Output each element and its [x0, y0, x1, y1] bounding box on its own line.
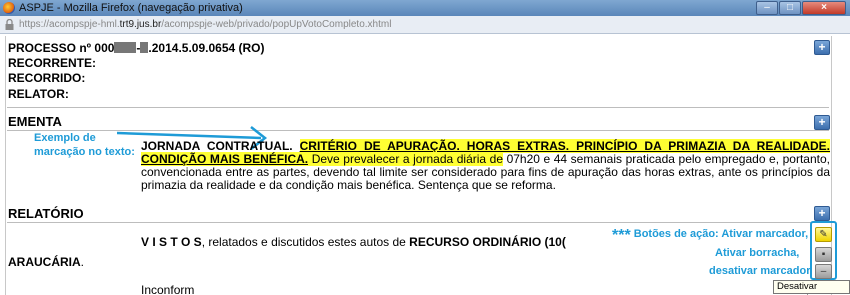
- activate-marker-button[interactable]: ✎: [815, 227, 832, 242]
- window-title: ASPJE - Mozilla Firefox (navegação priva…: [19, 2, 243, 14]
- ementa-title: EMENTA: [8, 114, 62, 129]
- lock-icon: [5, 19, 14, 30]
- action-buttons-annotation-line3: desativar marcador: [709, 265, 811, 277]
- relatorio-vistos-line: V I S T O S, relatados e discutidos este…: [141, 235, 566, 249]
- ementa-text: JORNADA CONTRATUAL. CRITÉRIO DE APURAÇÃO…: [141, 139, 831, 192]
- activate-eraser-button[interactable]: ▪: [815, 247, 832, 262]
- marker-icon: ✎: [819, 229, 828, 240]
- deactivate-icon: –: [820, 266, 827, 277]
- expand-relatorio-button[interactable]: +: [814, 206, 830, 221]
- window-title-bar: ASPJE - Mozilla Firefox (navegação priva…: [0, 0, 850, 16]
- url-text: https://acompspje-hml.trt9.jus.br/acomps…: [19, 19, 392, 30]
- close-window-button[interactable]: ×: [802, 1, 846, 15]
- tooltip: Desativar marcador: [773, 280, 850, 295]
- divider: [7, 222, 829, 223]
- eraser-icon: ▪: [821, 249, 826, 260]
- relatorio-title: RELATÓRIO: [8, 206, 84, 221]
- expand-ementa-button[interactable]: +: [814, 115, 830, 130]
- expand-header-button[interactable]: +: [814, 40, 830, 55]
- redacted-block: [114, 42, 137, 53]
- firefox-icon: [3, 2, 15, 14]
- recorrente-label: RECORRENTE:: [8, 56, 97, 70]
- action-buttons-annotation-line1: *** Botões de ação: Ativar marcador,: [612, 227, 809, 244]
- address-bar[interactable]: https://acompspje-hml.trt9.jus.br/acomps…: [0, 16, 850, 34]
- highlighted-text: Deve prevalecer a jornada diária de: [308, 152, 503, 166]
- ementa-title-part: JORNADA CONTRATUAL.: [141, 139, 300, 153]
- maximize-button[interactable]: □: [779, 1, 801, 15]
- processo-number: PROCESSO nº 000- .2014.5.09.0654 (RO): [8, 41, 265, 55]
- inconform-line: Inconform: [141, 283, 195, 295]
- recorrido-label: RECORRIDO:: [8, 71, 86, 85]
- minimize-button[interactable]: –: [756, 1, 778, 15]
- example-annotation-line1: Exemplo de: [34, 132, 96, 144]
- araucaria-line: ARAUCÁRIA.: [8, 255, 85, 269]
- divider: [7, 107, 829, 108]
- action-buttons-annotation-line2: Ativar borracha,: [715, 247, 800, 259]
- frame-border-left: [5, 36, 6, 295]
- relator-label: RELATOR:: [8, 87, 69, 101]
- deactivate-marker-button[interactable]: –: [815, 264, 832, 279]
